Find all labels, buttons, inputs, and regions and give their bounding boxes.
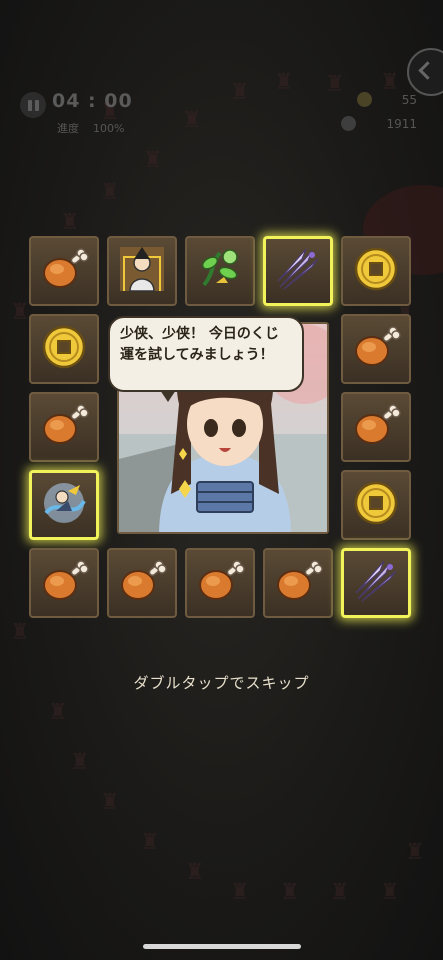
reward-tile	[341, 314, 411, 384]
meat-icon	[194, 555, 246, 611]
coin-count: 55	[401, 92, 417, 107]
reward-tile	[341, 236, 411, 306]
dialog-bubble: 少侠、少侠！ 今日のくじ運を試してみましょう！	[108, 316, 304, 402]
reward-tile	[29, 314, 99, 384]
reward-tile	[185, 236, 255, 306]
enemy-silhouette-icon: ♜	[100, 790, 120, 815]
enemy-silhouette-icon: ♜	[100, 180, 120, 205]
meat-icon	[116, 555, 168, 611]
meat-icon	[38, 243, 90, 299]
back-button[interactable]	[407, 48, 443, 96]
progress: 進度 100%	[57, 120, 124, 136]
enemy-silhouette-icon: ♜	[70, 750, 90, 775]
gem-icon	[341, 116, 357, 131]
meat-icon	[38, 399, 90, 455]
reward-tile	[107, 548, 177, 618]
reward-tile	[263, 236, 333, 306]
meat-icon	[350, 399, 402, 455]
enemy-silhouette-icon: ♜	[185, 860, 205, 885]
enemy-silhouette-icon: ♜	[60, 210, 80, 235]
coin-icon	[38, 321, 90, 377]
meat-icon	[272, 555, 324, 611]
enemy-silhouette-icon: ♜	[143, 148, 163, 173]
progress-label: 進度	[57, 122, 79, 135]
home-indicator[interactable]	[143, 944, 301, 949]
coin-icon	[350, 477, 402, 533]
timer: 04 : 00	[52, 90, 133, 112]
coin-counter: 55	[356, 92, 417, 107]
progress-value: 100%	[93, 122, 125, 135]
enemy-silhouette-icon: ♜	[140, 830, 160, 855]
enemy-silhouette-icon: ♜	[330, 880, 350, 905]
game-screen[interactable]: ♜ ♜ ♜ ♜ ♜ ♜ ♜ ♜ ♜ ♜ ♜ ♜ ♜ ♜ ♜ ♜ ♜ ♜ ♜ ♜ ♜ ♜ 04 : 00 進度 100% 55…	[0, 0, 443, 960]
meat-icon	[38, 555, 90, 611]
enemy-silhouette-icon: ♜	[10, 300, 30, 325]
reward-tile	[185, 548, 255, 618]
enemy-silhouette-icon: ♜	[10, 620, 30, 645]
meat-icon	[350, 321, 402, 377]
enemy-silhouette-icon: ♜	[230, 880, 250, 905]
skip-hint[interactable]: ダブルタップでスキップ	[0, 672, 443, 693]
enemy-silhouette-icon: ♜	[48, 700, 68, 725]
enemy-silhouette-icon: ♜	[405, 840, 425, 865]
coin-icon	[350, 243, 402, 299]
gem-count: 1911	[386, 116, 417, 131]
pause-button[interactable]	[20, 92, 46, 118]
reward-tile	[263, 548, 333, 618]
spirit-skill-icon	[38, 477, 90, 533]
reward-tile	[341, 392, 411, 462]
hero-portrait-icon	[116, 243, 168, 299]
enemy-silhouette-icon: ♜	[280, 880, 300, 905]
reward-tile	[341, 548, 411, 618]
daggers-icon	[350, 555, 402, 611]
reward-tile	[29, 548, 99, 618]
hud: 04 : 00 進度 100% 55 1911	[0, 0, 443, 150]
reward-tile	[341, 470, 411, 540]
reward-tile	[29, 470, 99, 540]
enemy-silhouette-icon: ♜	[380, 880, 400, 905]
reward-tile	[107, 236, 177, 306]
reward-tile	[29, 236, 99, 306]
coin-icon	[356, 92, 372, 107]
gem-counter: 1911	[341, 116, 417, 131]
herb-icon	[194, 243, 246, 299]
reward-tile	[29, 392, 99, 462]
daggers-icon	[272, 243, 324, 299]
